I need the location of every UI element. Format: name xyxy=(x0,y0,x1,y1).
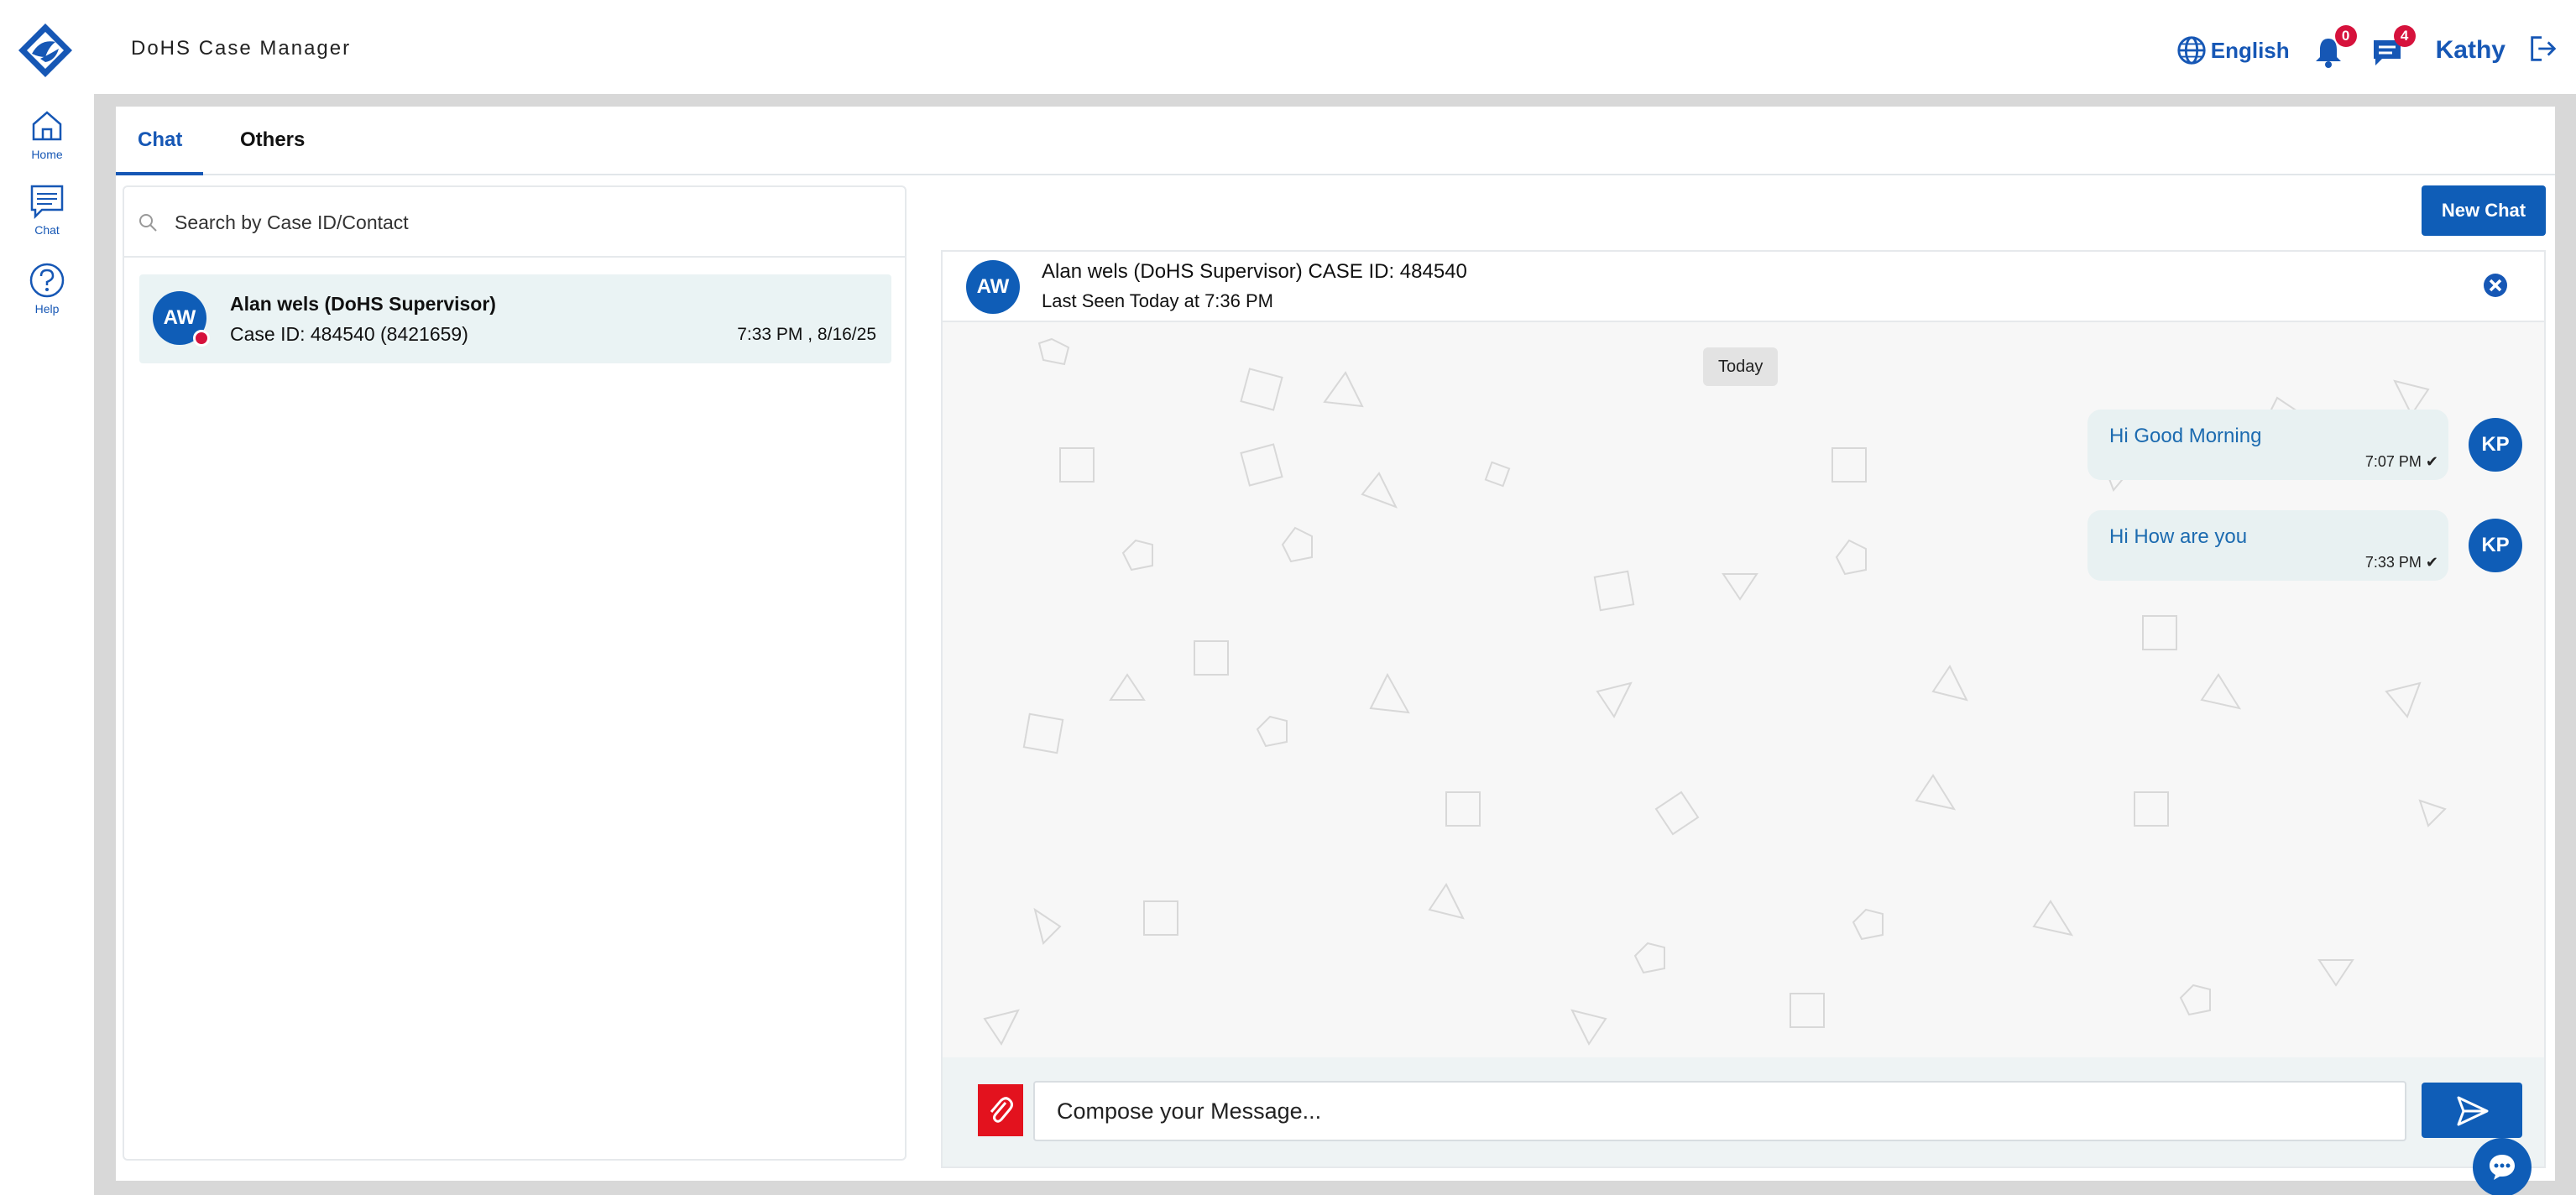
close-chat-icon[interactable] xyxy=(2482,272,2509,299)
message-input[interactable] xyxy=(1033,1081,2406,1141)
help-icon xyxy=(29,263,65,298)
compose-bar xyxy=(943,1057,2544,1166)
app-title: DoHS Case Manager xyxy=(131,37,352,60)
messages-button[interactable]: 4 xyxy=(2370,25,2416,69)
user-name[interactable]: Kathy xyxy=(2436,36,2505,65)
send-button[interactable] xyxy=(2422,1083,2522,1138)
nav-chat-label: Chat xyxy=(34,223,60,237)
top-bar: DoHS Case Manager English 0 4 Kathy xyxy=(0,0,2576,96)
chat-icon xyxy=(30,185,64,220)
message-bubble: Hi How are you 7:33 PM ✔ xyxy=(2087,510,2448,581)
message-text: Hi How are you xyxy=(2109,525,2248,548)
message-time: 7:07 PM ✔ xyxy=(2364,453,2438,470)
chat-window: AW Alan wels (DoHS Supervisor) CASE ID: … xyxy=(941,250,2546,1168)
logout-icon xyxy=(2531,35,2557,61)
date-separator: Today xyxy=(1703,347,1779,386)
tab-chat-underline xyxy=(116,172,203,175)
avatar: KP xyxy=(2469,418,2522,472)
avatar: AW xyxy=(966,260,1020,314)
tab-bar: Chat Others xyxy=(116,107,2555,175)
contact-timestamp: 7:33 PM , 8/16/25 xyxy=(737,325,876,344)
message-area: Today Hi Good Morning 7:07 PM ✔ KP Hi Ho… xyxy=(943,322,2544,1057)
search-icon xyxy=(139,214,157,232)
message-time: 7:33 PM ✔ xyxy=(2364,554,2438,571)
app-logo-icon[interactable] xyxy=(15,20,76,81)
search-input[interactable] xyxy=(175,202,880,243)
language-selector[interactable]: English xyxy=(2176,34,2290,66)
globe-icon xyxy=(2177,36,2206,65)
attach-button[interactable] xyxy=(978,1084,1023,1136)
nav-help[interactable]: Help xyxy=(0,262,94,316)
search-bar xyxy=(124,187,905,258)
top-right-controls: English 0 4 Kathy xyxy=(2176,25,2559,72)
floating-chat-button[interactable] xyxy=(2473,1138,2532,1195)
avatar: KP xyxy=(2469,519,2522,572)
sender-avatar: KP xyxy=(2469,519,2522,572)
chat-header: AW Alan wels (DoHS Supervisor) CASE ID: … xyxy=(943,252,2544,322)
notifications-button[interactable]: 0 xyxy=(2312,25,2357,69)
sender-avatar: KP xyxy=(2469,418,2522,472)
nav-home[interactable]: Home xyxy=(0,107,94,161)
messages-badge: 4 xyxy=(2393,25,2416,47)
send-icon xyxy=(2457,1096,2489,1125)
nav-home-label: Home xyxy=(31,148,63,161)
contact-name: Alan wels (DoHS Supervisor) xyxy=(230,293,496,315)
new-chat-button[interactable]: New Chat xyxy=(2422,185,2546,236)
language-label: English xyxy=(2210,37,2290,63)
message-bubble: Hi Good Morning 7:07 PM ✔ xyxy=(2087,410,2448,480)
tab-others[interactable]: Others xyxy=(240,128,305,152)
chat-header-title: Alan wels (DoHS Supervisor) CASE ID: 484… xyxy=(1042,260,1467,283)
home-icon xyxy=(32,111,62,141)
logout-button[interactable] xyxy=(2527,33,2559,69)
message-text: Hi Good Morning xyxy=(2109,425,2262,447)
list-item[interactable]: AW Alan wels (DoHS Supervisor) Case ID: … xyxy=(139,274,891,363)
contact-case-id: Case ID: 484540 (8421659) xyxy=(230,323,468,345)
left-nav: Home Chat Help xyxy=(0,96,94,1195)
chat-header-last-seen: Last Seen Today at 7:36 PM xyxy=(1042,290,1273,311)
chat-list-panel: AW Alan wels (DoHS Supervisor) Case ID: … xyxy=(123,185,907,1161)
status-dot xyxy=(193,330,210,347)
paperclip-icon xyxy=(990,1097,1013,1123)
nav-help-label: Help xyxy=(34,302,60,316)
notifications-badge: 0 xyxy=(2334,25,2357,47)
nav-chat[interactable]: Chat xyxy=(0,183,94,237)
tab-chat[interactable]: Chat xyxy=(138,128,182,152)
chat-bubble-icon xyxy=(2490,1155,2515,1180)
